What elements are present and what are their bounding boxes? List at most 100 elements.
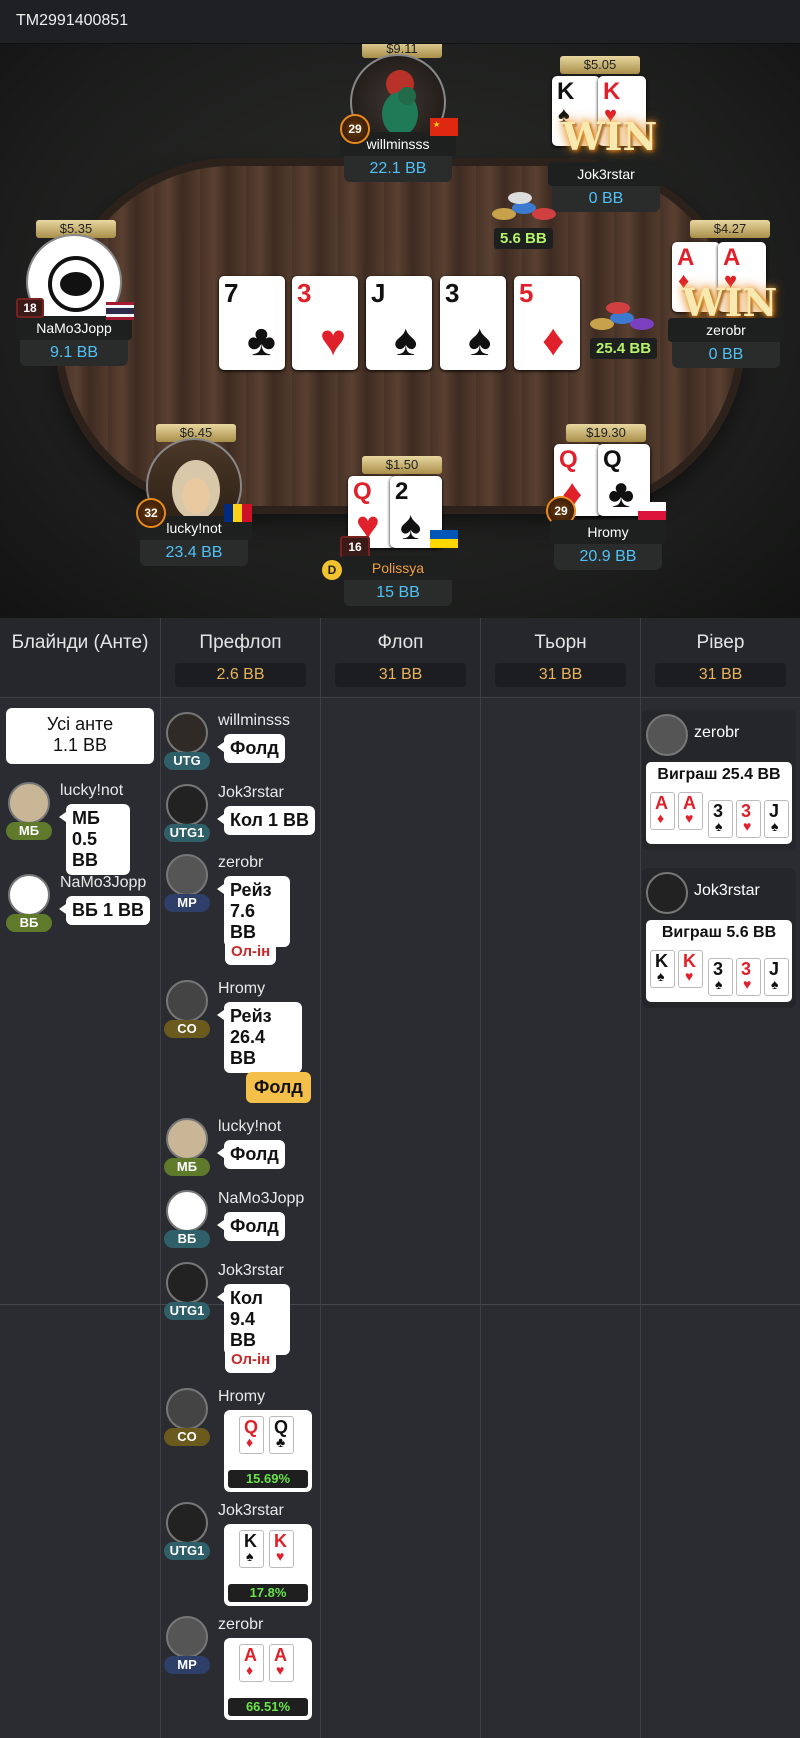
fold-badge: Фолд bbox=[246, 1072, 311, 1103]
main-pot: 25.4 BB bbox=[590, 338, 658, 359]
player-name: Jok3rstar bbox=[218, 784, 284, 801]
mini-card: 3 ♠ bbox=[708, 800, 733, 838]
mini-card: Q ♣ bbox=[269, 1416, 294, 1454]
avatar bbox=[166, 1616, 208, 1658]
col-header: Префлоп 2.6 BB bbox=[161, 618, 320, 698]
stake-label: $19.30 bbox=[566, 424, 646, 442]
col-turn: Тьорн 31 BB bbox=[481, 618, 641, 1738]
avatar bbox=[646, 714, 688, 756]
mini-card: 3 ♠ bbox=[708, 958, 733, 996]
avatar bbox=[166, 854, 208, 896]
col-header: Флоп 31 BB bbox=[321, 618, 480, 698]
player-bb: 20.9 BB bbox=[554, 544, 662, 570]
winner-box: zerobr Виграш 25.4 BB A ♦ A ♥ 3 ♠ 3 ♥ J ♠ bbox=[642, 710, 796, 850]
chip-stack-icon bbox=[590, 302, 654, 330]
player-name: lucky!not bbox=[218, 1118, 282, 1135]
player-name: Polissya bbox=[340, 556, 456, 580]
avatar bbox=[166, 1502, 208, 1544]
seat-willminsss[interactable]: $9.11 willminsss 22.1 BB 29 ★ bbox=[340, 44, 460, 190]
col-title: Префлоп bbox=[199, 632, 282, 653]
col-header: Тьорн 31 BB bbox=[481, 618, 640, 698]
col-header: Рівер 31 BB bbox=[641, 618, 800, 698]
level-badge: 29 bbox=[340, 114, 370, 144]
showdown-row: UTG1 Jok3rstar K ♠ K ♥ 17.8% bbox=[164, 1502, 316, 1612]
winner-cards: Виграш 5.6 BB K ♠ K ♥ 3 ♠ 3 ♥ J ♠ bbox=[646, 920, 792, 1002]
equity-value: 15.69% bbox=[228, 1470, 308, 1488]
avatar bbox=[166, 1262, 208, 1304]
action-row: ВБ NaMo3Jopp ВБ 1 BB bbox=[6, 874, 158, 944]
avatar bbox=[166, 1190, 208, 1232]
col-pot: 2.6 BB bbox=[175, 663, 306, 687]
action-bubble: Фолд bbox=[217, 1212, 285, 1241]
win-label: Виграш 5.6 BB bbox=[661, 924, 777, 941]
showdown-row: MP zerobr A ♦ A ♥ 66.51% bbox=[164, 1616, 316, 1726]
equity-value: 17.8% bbox=[228, 1584, 308, 1602]
avatar bbox=[166, 1388, 208, 1430]
seat-namo3jopp[interactable]: $5.35 NaMo3Jopp 9.1 BB 18 bbox=[16, 220, 136, 370]
action-row: CO Hromy Рейз 26.4 BB bbox=[164, 980, 316, 1073]
seat-lucky[interactable]: $6.45 lucky!not 23.4 BB 32 bbox=[136, 424, 256, 574]
mini-card: K ♠ bbox=[239, 1530, 264, 1568]
action-row: МБ lucky!not Фолд bbox=[164, 1118, 316, 1188]
mini-card: A ♦ bbox=[239, 1644, 264, 1682]
player-bb: 22.1 BB bbox=[344, 156, 452, 182]
seat-zerobr[interactable]: $4.27 A ♦ A ♥ WIN zerobr 0 BB bbox=[668, 220, 788, 370]
seat-jok3rstar[interactable]: $5.05 K ♠ K ♥ WIN Jok3rstar 0 BB bbox=[548, 56, 668, 212]
winner-cards: Виграш 25.4 BB A ♦ A ♥ 3 ♠ 3 ♥ J ♠ bbox=[646, 762, 792, 844]
side-pot: 5.6 BB bbox=[494, 228, 553, 249]
position-badge: UTG bbox=[164, 752, 210, 770]
player-name: lucky!not bbox=[60, 782, 124, 799]
allin-badge: Ол-ін bbox=[225, 938, 277, 965]
avatar bbox=[8, 874, 50, 916]
player-name: Jok3rstar bbox=[218, 1262, 284, 1279]
avatar bbox=[166, 784, 208, 826]
col-header: Блайнди (Анте) bbox=[0, 618, 160, 698]
player-name: zerobr bbox=[218, 854, 264, 871]
dealer-button-icon: D bbox=[322, 560, 342, 580]
player-bb: 9.1 BB bbox=[20, 340, 128, 366]
board-card: 5 ♦ bbox=[514, 276, 580, 370]
position-badge: МБ bbox=[164, 1158, 210, 1176]
player-name: NaMo3Jopp bbox=[218, 1190, 305, 1207]
showdown-row: CO Hromy Q ♦ Q ♣ 15.69% bbox=[164, 1388, 316, 1498]
avatar bbox=[166, 980, 208, 1022]
level-badge: 16 bbox=[340, 536, 370, 558]
player-name: willminsss bbox=[218, 712, 290, 729]
position-badge: ВБ bbox=[164, 1230, 210, 1248]
action-bubble: Фолд bbox=[217, 1140, 285, 1169]
mini-card: J ♠ bbox=[764, 958, 789, 996]
mini-card: J ♠ bbox=[764, 800, 789, 838]
flag-icon bbox=[224, 504, 252, 522]
board-card: J ♠ bbox=[366, 276, 432, 370]
allin-badge: Ол-ін bbox=[225, 1346, 277, 1373]
player-name: zerobr bbox=[668, 318, 784, 342]
showdown-cards: K ♠ K ♥ 17.8% bbox=[224, 1524, 312, 1606]
win-label: Виграш 25.4 BB bbox=[657, 766, 781, 783]
position-badge: MP bbox=[164, 894, 210, 912]
chip-stack-icon bbox=[492, 192, 556, 220]
player-name: Jok3rstar bbox=[218, 1502, 284, 1519]
seat-hromy[interactable]: $19.30 Q ♦ Q ♣ 29 Hromy 20.9 BB bbox=[546, 424, 670, 574]
divider bbox=[0, 1304, 800, 1305]
antes-box: Усі анте 1.1 BB bbox=[6, 708, 154, 764]
player-bb: 23.4 BB bbox=[140, 540, 248, 566]
player-name: Hromy bbox=[550, 520, 666, 544]
flag-icon bbox=[106, 302, 134, 320]
player-name: NaMo3Jopp bbox=[60, 874, 147, 891]
mini-card: 3 ♥ bbox=[736, 800, 761, 838]
stake-label: $4.27 bbox=[690, 220, 770, 238]
avatar bbox=[166, 712, 208, 754]
col-flop: Флоп 31 BB bbox=[321, 618, 481, 1738]
board-card: 3 ♥ bbox=[292, 276, 358, 370]
player-bb: 15 BB bbox=[344, 580, 452, 606]
showdown-cards: A ♦ A ♥ 66.51% bbox=[224, 1638, 312, 1720]
board-card: 3 ♠ bbox=[440, 276, 506, 370]
player-name: Jok3rstar bbox=[694, 882, 760, 899]
action-bubble: Рейз 26.4 BB bbox=[217, 1002, 302, 1073]
player-name: Jok3rstar bbox=[548, 162, 664, 186]
position-badge: CO bbox=[164, 1428, 210, 1446]
level-badge: 32 bbox=[136, 498, 166, 528]
seat-polissya[interactable]: $1.50 Q ♥ 2 ♠ 16 Polissya 15 BB bbox=[340, 456, 460, 606]
action-row: UTG willminsss Фолд bbox=[164, 712, 316, 782]
player-name: zerobr bbox=[694, 724, 740, 741]
